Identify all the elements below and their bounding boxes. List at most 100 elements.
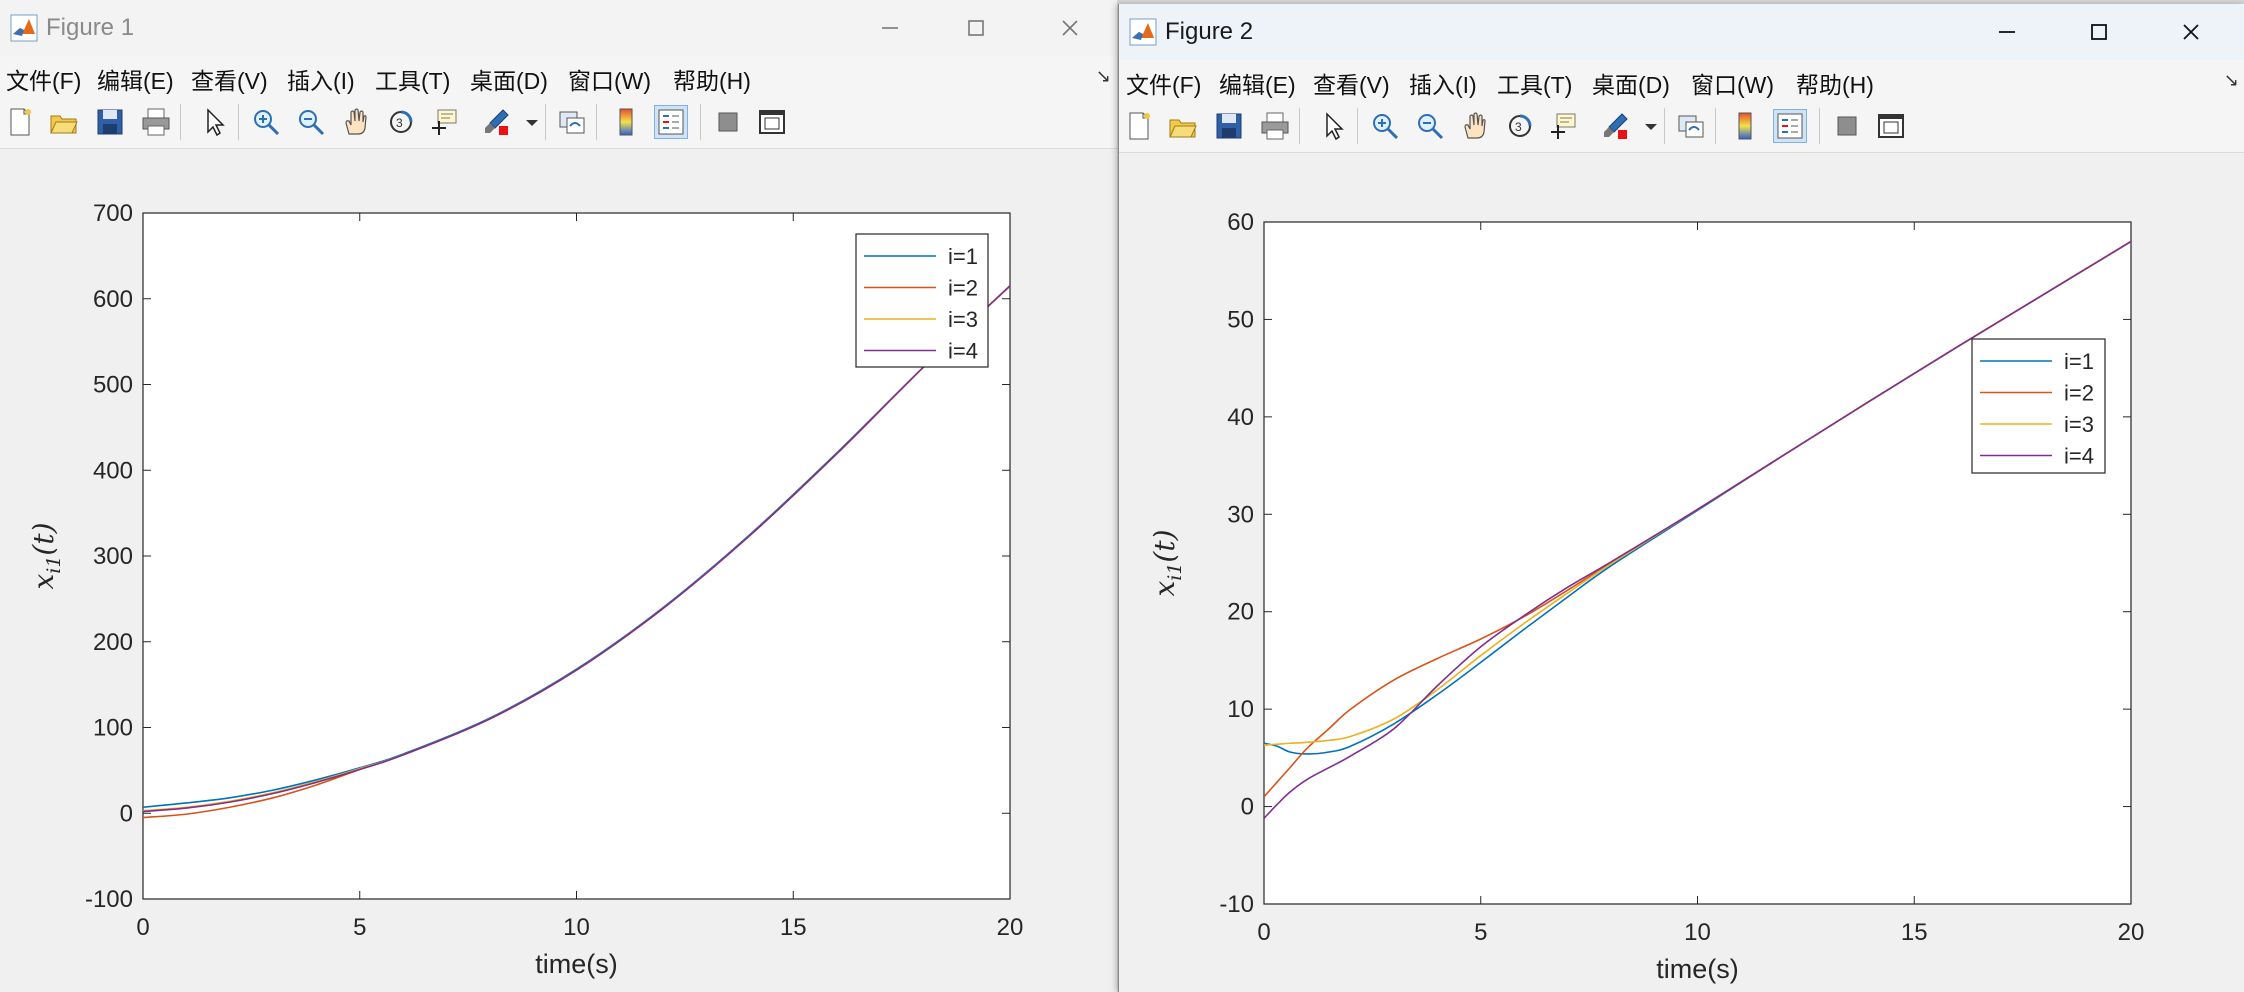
menu-view[interactable]: 查看(V) [1313,66,1390,100]
menu-help[interactable]: 帮助(H) [1796,66,1874,100]
chart-1[interactable]: 0 5 10 15 20-1000100200300400500600700time(s… [0,149,1117,992]
select-pointer-button[interactable] [198,106,230,138]
brush-dropdown-button[interactable] [516,106,538,138]
pan-hand-button[interactable] [340,106,372,138]
x-tick-label: 10 [1684,919,1711,946]
maximize-button[interactable] [946,8,1006,48]
y-tick-label: 700 [93,200,133,227]
toolbar-separator [180,104,181,140]
figure-toolbar: 3 [0,96,1117,149]
y-tick-label: 0 [1241,794,1254,821]
open-file-icon [1169,119,1197,138]
legend[interactable]: i=1 i=2 i=3 i=4 [1971,338,2106,474]
close-button[interactable] [1040,8,1100,48]
y-tick-label: 200 [93,629,133,656]
colorbar-button[interactable] [1729,110,1761,142]
zoom-in-button[interactable] [1369,110,1401,142]
menu-help[interactable]: 帮助(H) [673,62,751,96]
figure-canvas: 0 5 10 15 20 -10 0 10 20 30 40 50 60 time(s) xi1(t) i=1… [1119,153,2244,992]
zoom-in-icon [1373,114,1399,140]
x-axis-label: time(s) [1656,954,1739,984]
rotate-3d-icon: 3 [390,110,413,133]
hide-plot-tools-button[interactable] [1831,110,1863,142]
menu-desktop[interactable]: 桌面(D) [1592,66,1670,100]
open-file-button[interactable] [48,106,80,138]
x-tick-label: 15 [1901,919,1928,946]
show-plot-tools-button[interactable] [1875,110,1907,142]
legend-button[interactable] [654,105,688,139]
chart-2[interactable]: 0 5 10 15 20-100102030405060time(s)xi1(t)i=1… [1119,153,2244,992]
data-cursor-button[interactable] [1547,110,1579,142]
menu-tools[interactable]: 工具(T) [1497,66,1572,100]
new-figure-button[interactable] [4,106,36,138]
undock-arrow-icon[interactable]: ↘ [1096,66,1111,87]
y-tick-label: 60 [1227,209,1254,236]
print-button[interactable] [140,106,172,138]
show-plot-tools-icon [759,110,785,134]
x-tick-label: 0 [136,914,149,941]
legend-label: i=2 [2064,381,2094,406]
menu-edit[interactable]: 编辑(E) [97,62,174,96]
select-pointer-button[interactable] [1317,110,1349,142]
menu-file[interactable]: 文件(F) [1126,66,1201,100]
toolbar-separator [1357,108,1358,144]
legend-button[interactable] [1773,109,1807,143]
link-plot-icon [559,111,585,134]
undock-arrow-icon[interactable]: ↘ [2224,70,2239,91]
svg-text:3: 3 [396,116,403,130]
title-bar[interactable]: Figure 1 [0,0,1117,56]
new-figure-button[interactable] [1123,110,1155,142]
minimize-button[interactable] [1977,12,2037,52]
show-plot-tools-button[interactable] [756,106,788,138]
toolbar-separator [596,104,597,140]
y-tick-label: -100 [85,886,133,913]
zoom-in-button[interactable] [250,106,282,138]
legend[interactable]: i=1 i=2 i=3 i=4 [855,233,989,368]
data-cursor-icon [432,109,457,135]
legend-label: i=2 [948,276,978,301]
data-cursor-button[interactable] [428,106,460,138]
open-file-button[interactable] [1167,110,1199,142]
brush-dropdown-button[interactable] [1635,110,1657,142]
menu-edit[interactable]: 编辑(E) [1219,66,1296,100]
menu-view[interactable]: 查看(V) [191,62,268,96]
matlab-logo-icon [10,14,38,42]
link-plot-button[interactable] [556,106,588,138]
minimize-button[interactable] [860,8,920,48]
menu-tools[interactable]: 工具(T) [375,62,450,96]
menu-bar: 文件(F) 编辑(E) 查看(V) 插入(I) 工具(T) 桌面(D) 窗口(W… [0,56,1117,96]
rotate-3d-button[interactable]: 3 [385,106,417,138]
hide-plot-tools-button[interactable] [712,106,744,138]
save-button[interactable] [1213,110,1245,142]
menu-desktop[interactable]: 桌面(D) [470,62,548,96]
save-button[interactable] [94,106,126,138]
x-tick-label: 5 [353,914,366,941]
legend-icon [658,109,684,135]
title-bar[interactable]: Figure 2 [1119,4,2244,60]
rotate-3d-button[interactable]: 3 [1504,110,1536,142]
y-tick-label: 400 [93,457,133,484]
new-figure-icon [1129,112,1150,140]
pan-hand-button[interactable] [1459,110,1491,142]
brush-button[interactable] [1599,110,1631,142]
colorbar-button[interactable] [610,106,642,138]
brush-button[interactable] [480,106,512,138]
zoom-out-button[interactable] [295,106,327,138]
menu-window[interactable]: 窗口(W) [1691,66,1774,100]
x-tick-label: 20 [2118,919,2145,946]
zoom-out-icon [1418,114,1444,140]
print-button[interactable] [1259,110,1291,142]
menu-insert[interactable]: 插入(I) [1409,66,1477,100]
close-button[interactable] [2161,12,2221,52]
toolbar-separator [1664,108,1665,144]
maximize-button[interactable] [2069,12,2129,52]
zoom-out-button[interactable] [1414,110,1446,142]
menu-file[interactable]: 文件(F) [6,62,81,96]
toolbar-separator [238,104,239,140]
plot-area[interactable] [1263,221,2132,905]
menu-window[interactable]: 窗口(W) [568,62,651,96]
link-plot-button[interactable] [1675,110,1707,142]
menu-insert[interactable]: 插入(I) [287,62,355,96]
brush-icon [485,109,509,135]
close-icon [1062,20,1078,36]
